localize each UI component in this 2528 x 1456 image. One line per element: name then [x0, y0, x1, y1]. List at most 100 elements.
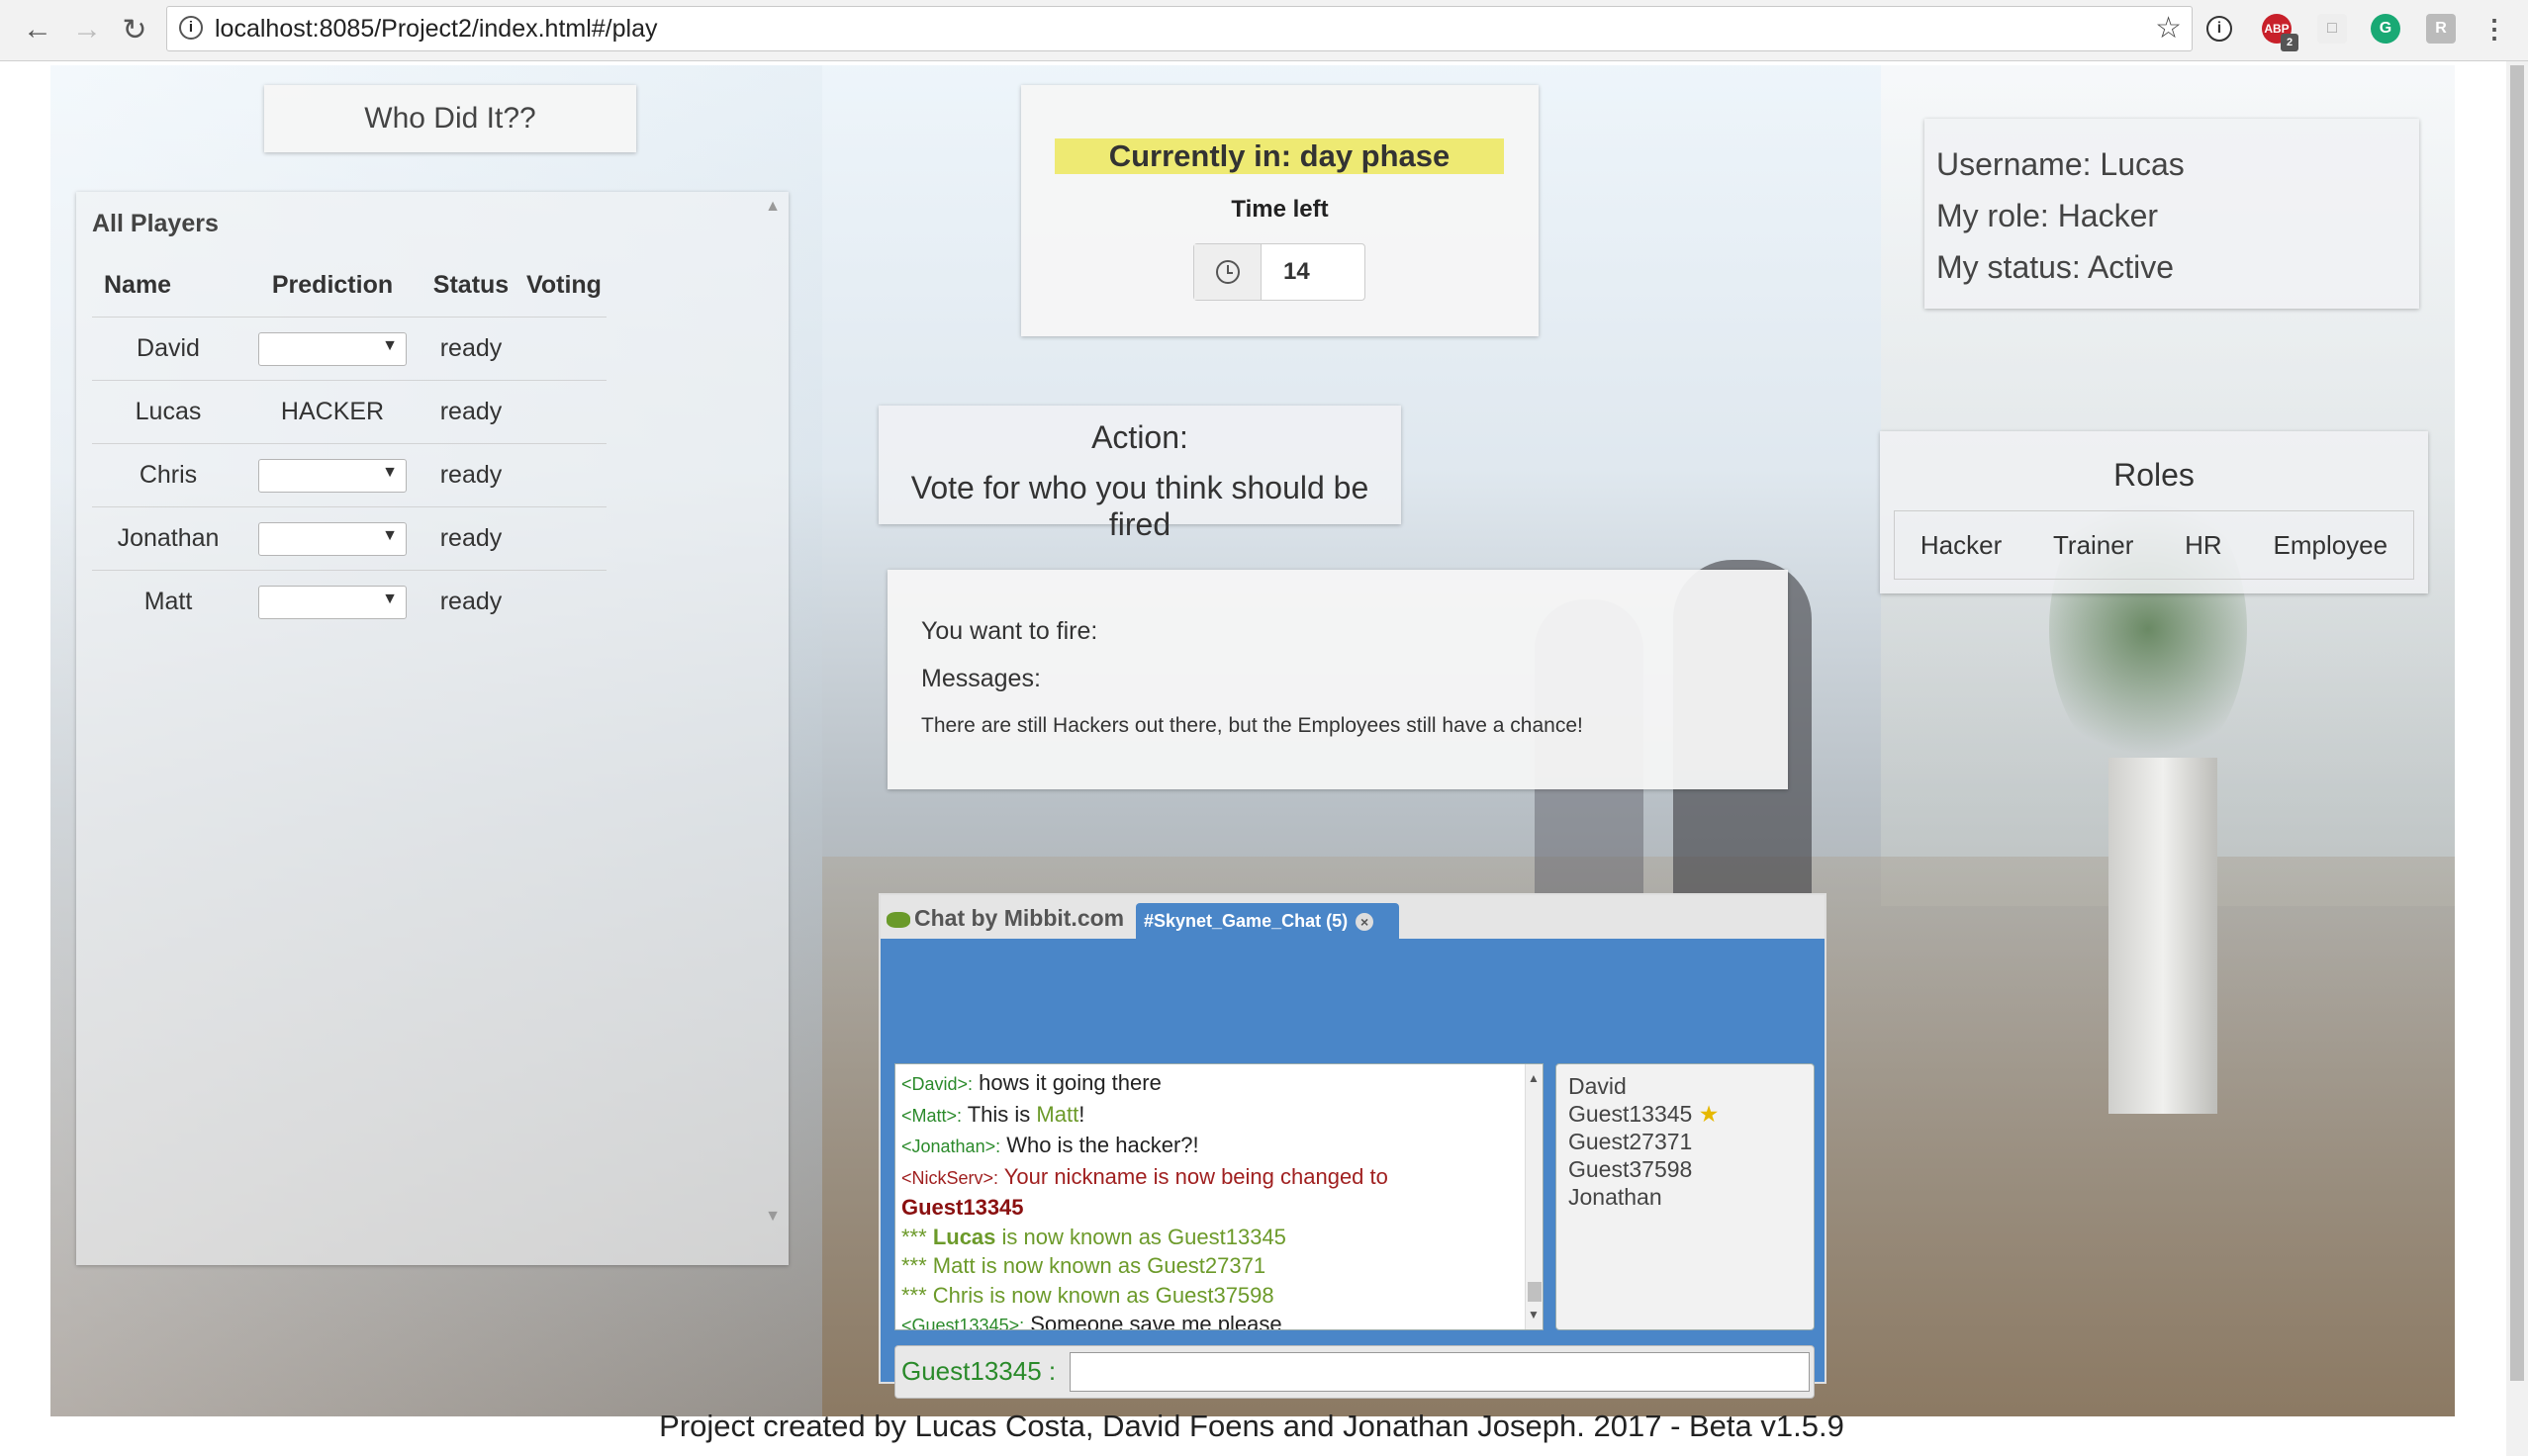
chat-user[interactable]: Jonathan [1568, 1183, 1802, 1211]
player-name: Chris [139, 461, 198, 489]
scroll-up-icon[interactable]: ▲ [1528, 1064, 1540, 1094]
chat-nick-label: Guest13345 : [901, 1356, 1057, 1386]
roles-heading: Roles [2113, 457, 2195, 493]
chat-user[interactable]: Guest37598 [1568, 1155, 1802, 1183]
chat-line: <Guest13345>: Someone save me please [901, 1312, 1282, 1330]
user-status: My status: Active [1936, 249, 2175, 285]
prediction-select[interactable]: ▼ [258, 585, 407, 619]
page-title: Who Did It?? [264, 85, 636, 152]
chat-line: Guest13345 [901, 1195, 1024, 1220]
chat-scrollbar[interactable]: ▲ ▼ [1525, 1064, 1543, 1329]
scroll-down-icon[interactable]: ▼ [1528, 1301, 1540, 1330]
player-status: ready [439, 461, 503, 489]
column-header: Prediction [271, 270, 394, 299]
chat-line: *** Lucas is now known as Guest13345 [901, 1224, 1286, 1249]
phase-panel: Currently in: day phase Time left 14 [1021, 85, 1539, 336]
player-status: ready [439, 398, 503, 425]
table-row: Jonathan ▼ ready [92, 506, 607, 570]
chat-brand[interactable]: Chat by Mibbit.com [887, 905, 1124, 932]
adblock-badge: 2 [2281, 34, 2298, 51]
chevron-down-icon: ▼ [382, 526, 398, 544]
mibbit-logo-icon [887, 911, 910, 928]
players-heading: All Players [92, 210, 219, 237]
role-item: Trainer [2053, 529, 2134, 560]
clock-icon [1194, 244, 1262, 300]
player-status: ready [439, 334, 503, 362]
chat-line: <David>: hows it going there [901, 1070, 1162, 1095]
player-name: David [137, 334, 200, 362]
address-bar[interactable]: i localhost:8085/Project2/index.html#/pl… [166, 6, 2193, 51]
action-text: Vote for who you think should be fired [910, 470, 1369, 542]
table-row: Chris ▼ ready [92, 443, 607, 506]
table-row: David ▼ ready [92, 317, 607, 380]
fire-label: You want to fire: [921, 617, 1098, 645]
action-title: Action: [1091, 419, 1188, 455]
chat-user[interactable]: Guest27371 [1568, 1128, 1802, 1155]
column-header: Name [104, 270, 172, 299]
timer: 14 [1193, 243, 1365, 301]
prediction-select[interactable]: ▼ [258, 521, 407, 556]
players-table: Name Prediction Status Voting David ▼ re… [92, 253, 607, 633]
chat-input-bar: Guest13345 : [894, 1345, 1815, 1399]
table-header: Name Prediction Status Voting [92, 253, 607, 317]
bookmark-star-icon[interactable]: ☆ [2155, 7, 2182, 50]
table-row: Lucas HACKER ready [92, 380, 607, 443]
url-text: localhost:8085/Project2/index.html#/play [215, 15, 658, 43]
extension-1-icon[interactable]: i [2206, 16, 2232, 42]
scroll-down-icon[interactable]: ▼ [765, 1208, 781, 1226]
page-scrollbar[interactable] [2506, 61, 2528, 1456]
reload-icon[interactable]: ↻ [117, 12, 152, 47]
close-icon[interactable]: × [1356, 913, 1374, 931]
time-left-value: 14 [1283, 258, 1310, 285]
phase-banner: Currently in: day phase [1055, 138, 1504, 174]
roles-list: Hacker Trainer HR Employee [1894, 510, 2414, 580]
grammarly-icon[interactable]: G [2371, 14, 2400, 44]
players-panel: All Players ▲ ▼ Name Prediction Status V… [76, 192, 789, 1265]
messages-panel: You want to fire: Messages: There are st… [888, 570, 1788, 789]
back-icon[interactable]: ← [20, 12, 55, 47]
chat-line: <Jonathan>: Who is the hacker?! [901, 1133, 1199, 1157]
time-left-label: Time left [1231, 196, 1329, 223]
table-row: Matt ▼ ready [92, 570, 607, 633]
role-item: HR [2185, 529, 2222, 560]
column-header: Status [432, 270, 510, 299]
chat-input[interactable] [1070, 1352, 1810, 1392]
player-name: Matt [143, 588, 193, 615]
forward-icon[interactable]: → [69, 12, 105, 47]
chat-user[interactable]: Guest13345 ★ [1568, 1100, 1802, 1128]
chat-line: <NickServ>: Your nickname is now being c… [901, 1163, 1388, 1189]
browser-toolbar: ← → ↻ i localhost:8085/Project2/index.ht… [0, 0, 2528, 61]
chat-widget: Chat by Mibbit.com #Skynet_Game_Chat (5)… [879, 893, 1826, 1399]
column-header: Voting [526, 270, 602, 299]
footer-credits: Project created by Lucas Costa, David Fo… [659, 1409, 1844, 1443]
chat-line: *** Chris is now known as Guest37598 [901, 1282, 1274, 1308]
chevron-down-icon: ▼ [382, 463, 398, 481]
tab-channel[interactable]: #Skynet_Game_Chat (5) × [1136, 903, 1399, 939]
chat-user-list: David Guest13345 ★ Guest27371 Guest37598… [1555, 1063, 1815, 1330]
star-icon: ★ [1698, 1101, 1720, 1127]
scroll-up-icon[interactable]: ▲ [765, 198, 781, 216]
extension-2-icon[interactable]: □ [2317, 14, 2347, 44]
user-role: My role: Hacker [1936, 198, 2159, 233]
prediction-select[interactable]: ▼ [258, 458, 407, 493]
roles-panel: Roles Hacker Trainer HR Employee [1880, 431, 2428, 593]
scrollbar-thumb[interactable] [1528, 1282, 1542, 1302]
chevron-down-icon: ▼ [382, 590, 398, 607]
username: Username: Lucas [1936, 146, 2185, 182]
player-status: ready [439, 588, 503, 615]
page-info-icon[interactable]: i [179, 16, 203, 40]
chat-log[interactable]: <David>: hows it going there <Matt>: Thi… [894, 1063, 1544, 1330]
role-item: Hacker [1919, 529, 2003, 560]
player-name: Jonathan [117, 524, 220, 552]
action-panel: Action: Vote for who you think should be… [879, 406, 1401, 542]
user-info-panel: Username: Lucas My role: Hacker My statu… [1924, 119, 2419, 309]
role-item: Employee [2273, 529, 2388, 560]
chat-line: *** Matt is now known as Guest27371 [901, 1253, 1266, 1278]
chat-user[interactable]: David [1568, 1072, 1802, 1100]
extension-3-icon[interactable]: R [2426, 14, 2456, 44]
player-name: Lucas [135, 398, 202, 425]
prediction-select[interactable]: ▼ [258, 331, 407, 366]
chevron-down-icon: ▼ [382, 336, 398, 354]
game-message: There are still Hackers out there, but t… [921, 714, 1583, 737]
menu-icon[interactable]: ⋮ [2480, 14, 2509, 44]
